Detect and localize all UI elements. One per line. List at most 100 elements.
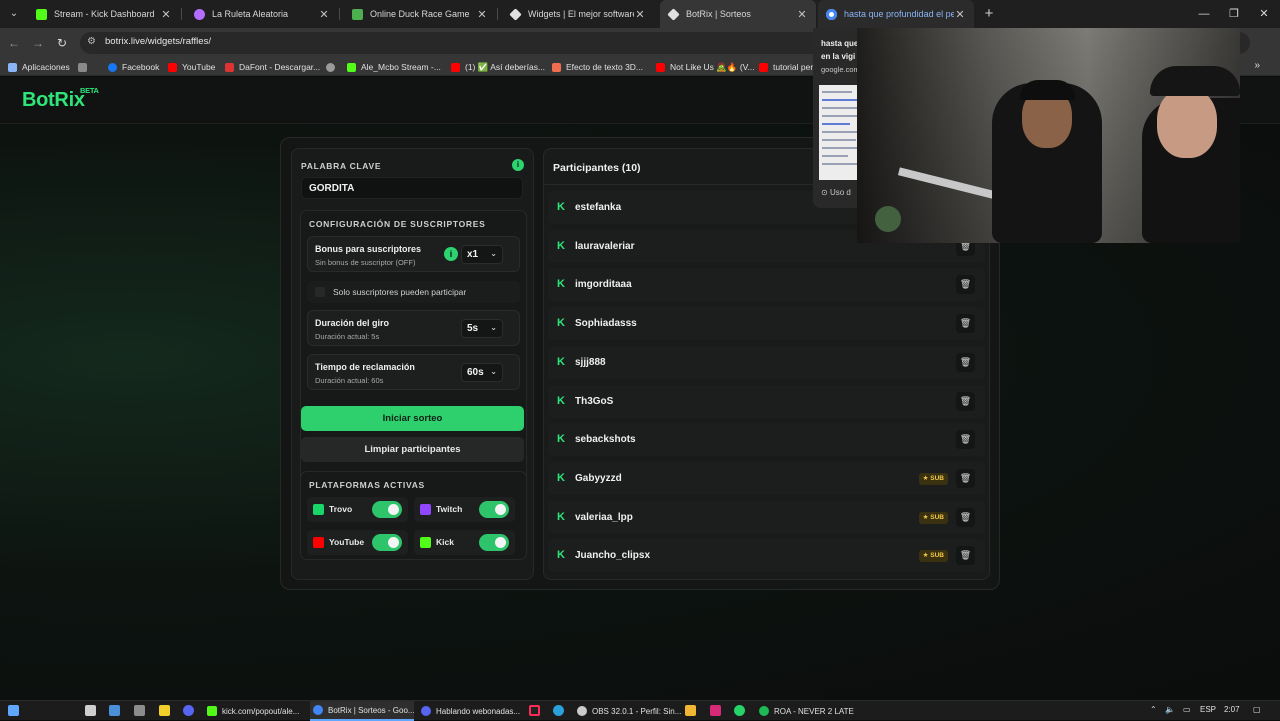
tab-search-button[interactable]: ⌄ [4, 5, 24, 23]
close-window-button[interactable]: ✕ [1248, 0, 1280, 28]
close-tab-icon[interactable]: ✕ [476, 8, 488, 21]
taskbar-app-obs[interactable]: OBS 32.0.1 - Perfil: Sin... [574, 701, 681, 721]
tab-google-search[interactable]: hasta que profundidad el pene ✕ [818, 0, 974, 28]
tab-duck-race[interactable]: Online Duck Race Game ✕ [344, 0, 496, 28]
delete-participant-button[interactable]: 🗑 [956, 275, 975, 295]
notes-icon[interactable] [159, 705, 170, 716]
delete-participant-button[interactable]: 🗑 [956, 468, 975, 488]
delete-participant-button[interactable]: 🗑 [956, 314, 975, 334]
bookmark-not-like-us[interactable]: Not Like Us 🧟🔥 (V... [656, 60, 755, 74]
tab-ruleta[interactable]: La Ruleta Aleatoria ✕ [186, 0, 338, 28]
bookmark-facebook[interactable]: Facebook [108, 60, 159, 74]
globe-icon [326, 62, 335, 72]
tab-widgets[interactable]: Widgets | El mejor software pa ✕ [502, 0, 654, 28]
site-info-icon[interactable]: ⚙ [87, 36, 99, 50]
taskbar-app-discord[interactable]: Hablando webonadas... [418, 701, 522, 721]
info-icon[interactable]: i [444, 247, 458, 261]
task-view-icon[interactable] [85, 705, 96, 716]
taskbar-app-chrome[interactable]: BotRix | Sorteos - Goo... [310, 701, 415, 721]
subs-only-row[interactable]: Solo suscriptores pueden participar [307, 281, 520, 303]
taskbar-app-spotify[interactable]: ROA - NEVER 2 LATE [756, 701, 856, 721]
spin-duration-subtitle: Duración actual: 5s [315, 332, 380, 341]
tiktok-icon[interactable] [529, 705, 540, 716]
new-tab-button[interactable]: + [980, 4, 998, 24]
bookmark-efecto-texto[interactable]: Efecto de texto 3D... [552, 60, 643, 74]
kick-icon: K [557, 471, 565, 484]
botrix-icon [667, 7, 680, 21]
sub-bonus-row: Bonus para suscriptores Sin bonus de sus… [307, 236, 520, 272]
participant-row: Ksebackshots 🗑 [548, 423, 985, 457]
delete-participant-button[interactable]: 🗑 [956, 430, 975, 450]
back-icon[interactable]: ← [6, 35, 22, 51]
kick-icon: K [557, 394, 565, 407]
tray-chevron-icon[interactable]: ⌃ [1150, 705, 1157, 714]
chevron-down-icon: ⌄ [490, 249, 497, 258]
botrix-logo[interactable]: BotRix BETA [22, 86, 99, 112]
tab-botrix-sorteos[interactable]: BotRix | Sorteos ✕ [660, 0, 816, 28]
mail-icon[interactable] [109, 705, 120, 716]
participant-name: Juancho_clipsx [575, 550, 651, 562]
notifications-icon[interactable]: ▢ [1253, 705, 1261, 714]
kick-icon: K [557, 510, 565, 523]
clear-participants-button[interactable]: Limpiar participantes [301, 437, 524, 462]
kick-toggle[interactable] [479, 534, 509, 551]
bookmark-youtube[interactable]: YouTube [168, 60, 215, 74]
more-bookmarks-icon[interactable]: » [1254, 60, 1260, 71]
platform-twitch: Twitch [414, 497, 515, 522]
start-raffle-button[interactable]: Iniciar sorteo [301, 406, 524, 431]
trovo-toggle[interactable] [372, 501, 402, 518]
folder-icon[interactable] [685, 705, 696, 716]
participant-name: estefanka [575, 202, 622, 213]
telegram-icon[interactable] [553, 705, 564, 716]
participant-name: Th3GoS [575, 395, 614, 407]
bookmark-youtube-video[interactable]: (1) ✅ Así deberías... [451, 60, 545, 74]
start-icon[interactable] [8, 705, 19, 716]
pen-icon[interactable] [134, 705, 145, 716]
forward-icon[interactable]: → [30, 35, 46, 51]
delete-participant-button[interactable]: 🗑 [956, 507, 975, 527]
tab-kick-dashboard[interactable]: Stream - Kick Dashboard ✕ [28, 0, 180, 28]
subs-only-checkbox[interactable] [315, 287, 325, 297]
sub-bonus-select[interactable]: x1 ⌄ [461, 245, 503, 264]
close-tab-icon[interactable]: ✕ [634, 8, 646, 21]
restore-button[interactable]: ❐ [1218, 0, 1250, 28]
raffle-settings-panel: PALABRA CLAVE i GORDITA CONFIGURACIÓN DE… [291, 148, 534, 580]
discord-icon[interactable] [183, 705, 194, 716]
taskbar-app-kick[interactable]: kick.com/popout/ale... [204, 701, 308, 721]
spin-duration-select[interactable]: 5s ⌄ [461, 319, 503, 338]
close-tab-icon[interactable]: ✕ [318, 8, 330, 21]
close-tab-icon[interactable]: ✕ [954, 8, 966, 21]
whatsapp-icon[interactable] [734, 705, 745, 716]
bookmark-kick-stream[interactable]: Ale_Mcbo Stream -... [347, 60, 441, 74]
claim-time-select[interactable]: 60s ⌄ [461, 363, 503, 382]
subs-only-label: Solo suscriptores pueden participar [333, 287, 467, 297]
network-icon[interactable]: ▭ [1183, 705, 1191, 714]
sub-badge: ★ SUB [918, 511, 948, 524]
info-icon[interactable]: i [512, 159, 524, 171]
grid-icon[interactable] [78, 60, 92, 74]
bookmark-dafont[interactable]: DaFont - Descargar... [225, 60, 320, 74]
bookmark-globe[interactable] [326, 60, 340, 74]
bookmark-tutorial[interactable]: tutorial per [759, 60, 813, 74]
volume-icon[interactable]: 🔈 [1165, 705, 1175, 714]
delete-participant-button[interactable]: 🗑 [956, 546, 975, 566]
delete-participant-button[interactable]: 🗑 [956, 352, 975, 372]
language-indicator[interactable]: ESP [1200, 705, 1216, 714]
close-tab-icon[interactable]: ✕ [796, 8, 808, 21]
keyword-label: PALABRA CLAVE [301, 161, 382, 171]
instagram-icon[interactable] [710, 705, 721, 716]
trovo-icon [313, 504, 324, 515]
delete-participant-button[interactable]: 🗑 [956, 391, 975, 411]
sub-bonus-title: Bonus para suscriptores [315, 244, 422, 254]
minimize-button[interactable]: — [1188, 0, 1220, 28]
bookmark-apps[interactable]: Aplicaciones [8, 60, 70, 74]
kick-icon: K [557, 355, 565, 368]
platforms-label: PLATAFORMAS ACTIVAS [309, 480, 425, 490]
twitch-toggle[interactable] [479, 501, 509, 518]
close-tab-icon[interactable]: ✕ [160, 8, 172, 21]
keyword-input[interactable]: GORDITA [301, 177, 523, 199]
clock[interactable]: 2:07 [1224, 705, 1240, 714]
webcam-overlay [857, 28, 1240, 243]
reload-icon[interactable]: ↻ [54, 35, 70, 51]
youtube-toggle[interactable] [372, 534, 402, 551]
